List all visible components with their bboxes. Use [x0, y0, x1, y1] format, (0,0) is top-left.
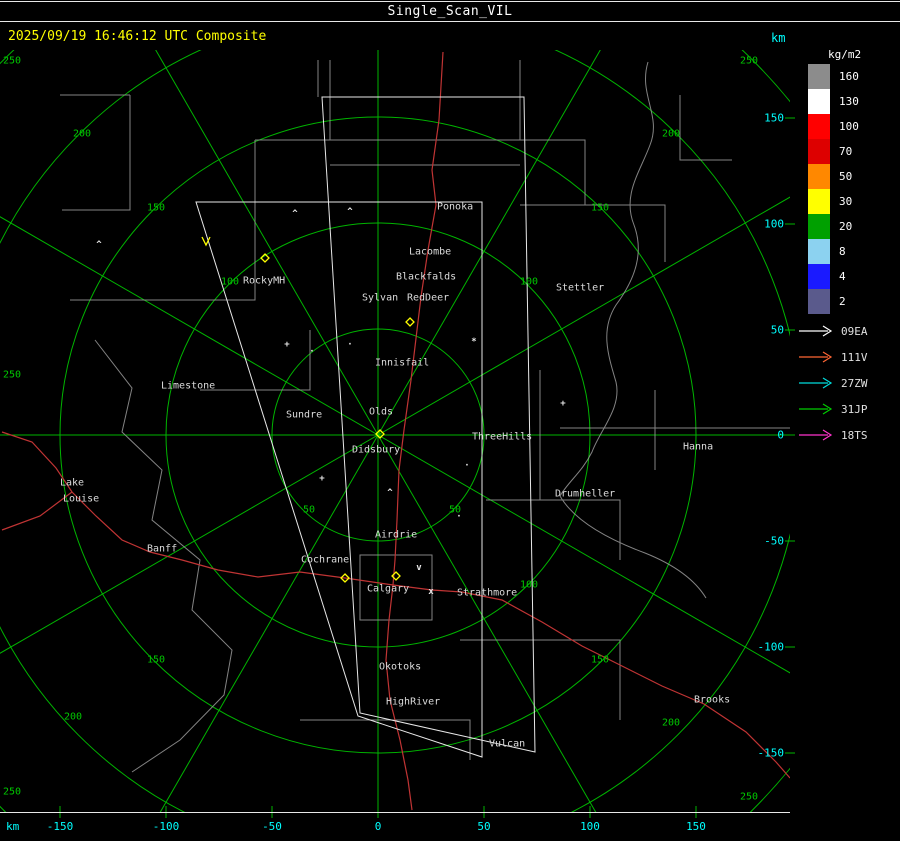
- legend-unit-label: kg/m2: [828, 48, 862, 61]
- legend-color-swatch: [808, 289, 830, 314]
- site-arrow-icon: [799, 403, 833, 415]
- y-axis-tick-label: 0: [777, 428, 784, 442]
- legend-level-row: 70: [808, 139, 859, 164]
- x-axis-tick-label: -150: [46, 820, 74, 833]
- range-ring: [0, 50, 790, 812]
- azimuth-spokes: [0, 50, 790, 812]
- y-axis-tick-label: 100: [764, 217, 784, 231]
- range-rings: [0, 50, 790, 812]
- y-axis-tick-label: -50: [764, 534, 784, 548]
- legend-color-swatch: [808, 214, 830, 239]
- bottom-axis-line: [0, 812, 790, 813]
- x-axis-tick-label: -50: [262, 820, 282, 833]
- legend-level-value: 20: [839, 220, 853, 233]
- legend-color-swatch: [808, 89, 830, 114]
- legend-level-row: 130: [808, 89, 859, 114]
- legend-level-row: 4: [808, 264, 859, 289]
- legend-level-value: 8: [839, 245, 846, 258]
- highways: [1, 51, 790, 811]
- legend-level-value: 160: [839, 70, 859, 83]
- x-axis-tick-label: 0: [374, 820, 382, 833]
- legend-level-row: 160: [808, 64, 859, 89]
- legend-color-swatch: [808, 189, 830, 214]
- legend-color-swatch: [808, 164, 830, 189]
- legend-level-row: 100: [808, 114, 859, 139]
- legend-level-row: 20: [808, 214, 859, 239]
- y-axis-tick-label: -100: [757, 640, 785, 654]
- legend-color-swatch: [808, 239, 830, 264]
- site-arrow-icon: [799, 351, 833, 363]
- legend-level-row: 8: [808, 239, 859, 264]
- y-axis-tick-label: -150: [757, 746, 785, 760]
- radar-site-id: 27ZW: [841, 376, 868, 390]
- legend-level-value: 100: [839, 120, 859, 133]
- x-axis-tick-label: 100: [580, 820, 600, 833]
- axis-ticks: [59, 117, 795, 818]
- town-diamond-marker: [405, 317, 415, 327]
- radar-site-row: 09EA: [798, 318, 868, 344]
- radar-site-id: 09EA: [841, 324, 868, 338]
- range-ring: [0, 50, 790, 812]
- radar-map-canvas[interactable]: [0, 0, 900, 841]
- x-axis-unit-label: km: [6, 820, 20, 833]
- radar-viewer-window: Single_Scan_VIL 2025/09/19 16:46:12 UTC …: [0, 0, 900, 841]
- legend-level-value: 50: [839, 170, 853, 183]
- legend-color-swatch: [808, 64, 830, 89]
- radar-site-row: 27ZW: [798, 370, 868, 396]
- legend-level-value: 30: [839, 195, 853, 208]
- legend-level-value: 70: [839, 145, 853, 158]
- radar-site-row: 31JP: [798, 396, 868, 422]
- site-arrow-icon: [799, 429, 833, 441]
- radar-site-id: 111V: [841, 350, 868, 364]
- legend-color-swatch: [808, 139, 830, 164]
- site-arrow-icon: [799, 325, 833, 337]
- station-markers: [201, 236, 415, 583]
- x-axis-tick-label: -100: [152, 820, 180, 833]
- radar-site-row: 18TS: [798, 422, 868, 448]
- azimuth-spoke: [0, 196, 790, 654]
- radar-site-id: 31JP: [841, 402, 868, 416]
- legend-level-value: 4: [839, 270, 846, 283]
- county-boundaries: [60, 60, 790, 773]
- legend-level-value: 2: [839, 295, 846, 308]
- radar-site-row: 111V: [798, 344, 868, 370]
- azimuth-spoke: [0, 216, 790, 674]
- legend-level-row: 2: [808, 289, 859, 314]
- site-arrow-icon: [799, 377, 833, 389]
- y-axis-tick-label: 50: [770, 323, 784, 337]
- legend-color-swatch: [808, 264, 830, 289]
- radar-site-legend: 09EA 111V 27ZW 31JP 18TS: [798, 318, 868, 448]
- legend-level-row: 50: [808, 164, 859, 189]
- legend-level-value: 130: [839, 95, 859, 108]
- color-scale-legend: 160 130 100 70 50 30 20 8 4 2: [808, 64, 859, 314]
- y-axis-tick-label: 150: [764, 111, 784, 125]
- legend-color-swatch: [808, 114, 830, 139]
- legend-level-row: 30: [808, 189, 859, 214]
- x-axis-tick-label: 150: [686, 820, 706, 833]
- radar-site-id: 18TS: [841, 428, 868, 442]
- x-axis-tick-label: 50: [477, 820, 491, 833]
